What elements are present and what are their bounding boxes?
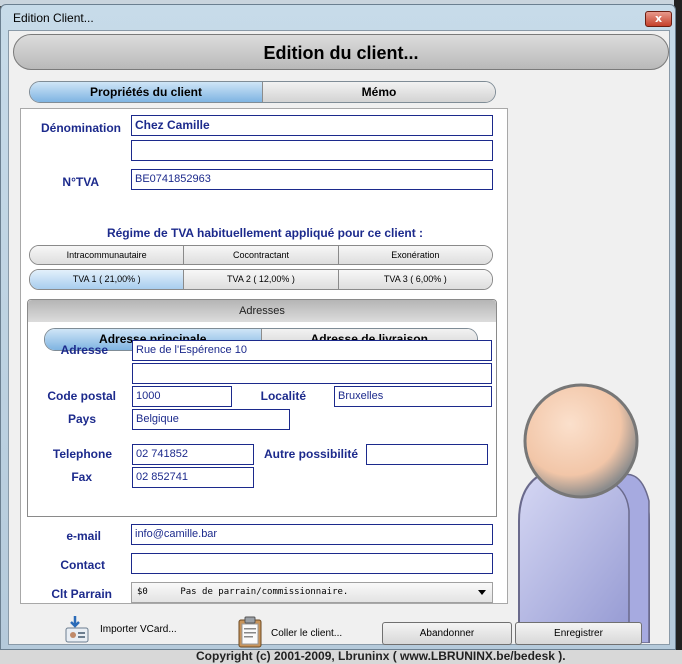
cancel-button[interactable]: Abandonner [382, 622, 512, 645]
client-properties-panel: Dénomination Chez Camille N°TVA BE074185… [20, 108, 508, 604]
contact-input[interactable] [131, 553, 493, 574]
autre-possibilite-label: Autre possibilité [263, 447, 358, 461]
telephone-label: Telephone [52, 447, 112, 461]
code-postal-input[interactable]: 1000 [132, 386, 232, 407]
main-tabs: Propriétés du client Mémo [29, 81, 496, 103]
autre-possibilite-input[interactable] [366, 444, 488, 465]
adresse-label: Adresse [60, 343, 108, 357]
localite-label: Localité [260, 389, 306, 403]
parrain-select[interactable]: $0 Pas de parrain/commissionnaire. [131, 582, 493, 603]
denomination-label: Dénomination [41, 121, 121, 135]
tab-proprietes[interactable]: Propriétés du client [30, 82, 262, 102]
background-footer: Copyright (c) 2001-2009, Lbruninx ( www.… [0, 649, 682, 664]
tva-rate-3[interactable]: TVA 3 ( 6,00% ) [337, 270, 492, 289]
import-vcard-button[interactable]: Importer VCard... [63, 614, 193, 644]
header-banner: Edition du client... [13, 34, 669, 70]
close-button[interactable]: x [645, 11, 672, 27]
parrain-select-value: $0 Pas de parrain/commissionnaire. [137, 587, 349, 597]
window-title: Edition Client... [13, 11, 94, 25]
save-button[interactable]: Enregistrer [515, 622, 642, 645]
adresse-input[interactable]: Rue de l'Espérence 10 [132, 340, 492, 361]
pays-label: Pays [67, 412, 96, 426]
edition-client-window: Edition Client... x Edition du client...… [0, 4, 676, 650]
vcard-import-icon [65, 616, 89, 643]
telephone-input[interactable]: 02 741852 [132, 444, 254, 465]
window-content: Edition du client... Propriétés du clien… [8, 30, 670, 648]
import-vcard-label: Importer VCard... [100, 624, 177, 635]
pays-input[interactable]: Belgique [132, 409, 290, 430]
tab-memo[interactable]: Mémo [262, 82, 495, 102]
tva-rate-2[interactable]: TVA 2 ( 12,00% ) [183, 270, 338, 289]
code-postal-label: Code postal [47, 389, 116, 403]
localite-input[interactable]: Bruxelles [334, 386, 492, 407]
regime-intracommunautaire[interactable]: Intracommunautaire [30, 246, 184, 264]
paste-client-button[interactable]: Coller le client... [237, 616, 367, 648]
background-footer-text: Copyright (c) 2001-2009, Lbruninx ( www.… [196, 649, 566, 663]
fax-label: Fax [71, 470, 92, 484]
denomination-line2-input[interactable] [131, 140, 493, 161]
regime-cocontractant[interactable]: Cocontractant [183, 246, 338, 264]
tva-rate-1[interactable]: TVA 1 ( 21,00% ) [30, 270, 184, 289]
desktop: Copyright (c) 2001-2009, Lbruninx ( www.… [0, 0, 682, 664]
adresse-line2-input[interactable] [132, 363, 492, 384]
denomination-input[interactable]: Chez Camille [131, 115, 493, 136]
chevron-down-icon [478, 590, 486, 595]
clipboard-icon [238, 616, 262, 648]
tva-rate-selector: TVA 1 ( 21,00% ) TVA 2 ( 12,00% ) TVA 3 … [29, 269, 493, 290]
page-title: Edition du client... [263, 43, 419, 63]
addresses-group: Adresses Adresse principale Adresse de l… [27, 299, 497, 517]
client-avatar-icon [518, 383, 650, 643]
email-input[interactable]: info@camille.bar [131, 524, 493, 545]
regime-title: Régime de TVA habituellement appliqué po… [106, 226, 424, 240]
tva-input[interactable]: BE0741852963 [131, 169, 493, 190]
regime-exoneration[interactable]: Exonération [337, 246, 492, 264]
email-label: e-mail [66, 529, 101, 543]
close-icon: x [654, 12, 663, 25]
paste-client-label: Coller le client... [271, 628, 343, 639]
parrain-label: Clt Parrain [51, 587, 112, 601]
regime-selector: Intracommunautaire Cocontractant Exonéra… [29, 245, 493, 265]
title-bar[interactable]: Edition Client... x [1, 5, 675, 31]
tva-label: N°TVA [62, 175, 99, 189]
fax-input[interactable]: 02 852741 [132, 467, 254, 488]
contact-label: Contact [60, 558, 105, 572]
addresses-group-title: Adresses [28, 300, 496, 322]
